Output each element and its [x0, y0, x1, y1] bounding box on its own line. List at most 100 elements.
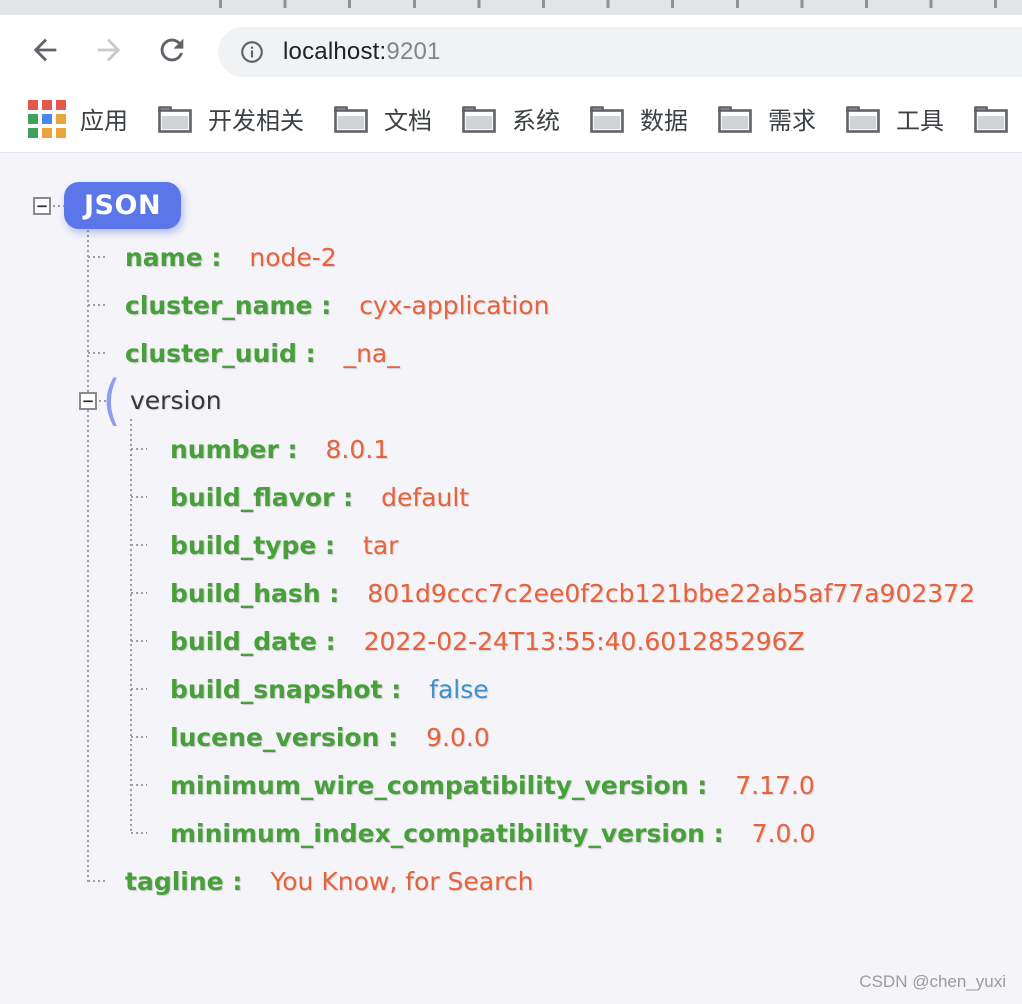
url-host: localhost:: [283, 38, 387, 65]
json-root-badge[interactable]: JSON: [64, 182, 182, 229]
json-root-row: − JSON: [0, 153, 1022, 233]
json-row: cluster_uuid : _na_: [0, 329, 1022, 377]
json-value: _na_: [343, 338, 400, 368]
json-key: build_type: [170, 530, 317, 560]
url-port: 9201: [386, 38, 441, 65]
bookmark-label: 开发相关: [208, 108, 304, 135]
collapse-root-button[interactable]: −: [33, 197, 51, 215]
bookmark-item[interactable]: 系统: [460, 101, 560, 136]
json-value: default: [381, 482, 470, 512]
bookmark-item[interactable]: 工具: [844, 101, 944, 136]
connector-dots: [53, 205, 64, 207]
json-row: minimum_index_compatibility_version :7.0…: [0, 809, 1022, 857]
back-icon: [33, 38, 57, 62]
minus-icon: −: [81, 392, 95, 410]
json-colon: :: [334, 482, 354, 512]
back-button[interactable]: [28, 33, 62, 67]
object-name: version: [130, 386, 222, 415]
collapse-version-button[interactable]: −: [79, 392, 97, 410]
reload-icon: [160, 38, 184, 62]
bookmark-label: 工具: [896, 108, 944, 135]
site-info-button[interactable]: [239, 39, 265, 65]
json-key: build_snapshot: [170, 674, 383, 704]
json-row: build_type : tar: [0, 521, 1022, 569]
json-row: lucene_version :9.0.0: [0, 713, 1022, 761]
window-top-strip: [0, 0, 1022, 15]
bookmark-item[interactable]: 需求: [716, 101, 816, 136]
level1-rows: name : node-2 cluster_name : cyx-applicati…: [0, 233, 1022, 377]
forward-icon: [97, 38, 121, 62]
json-colon: :: [296, 338, 316, 368]
json-colon: :: [278, 434, 298, 464]
bookmark-item[interactable]: 文档: [332, 101, 432, 136]
json-key: minimum_index_compatibility_version: [170, 818, 705, 848]
folder-icon: [332, 102, 370, 135]
browser-toolbar: localhost:9201: [0, 15, 1022, 85]
json-colon: :: [316, 626, 336, 656]
bookmark-item[interactable]: [972, 102, 1022, 135]
json-key: build_date: [170, 626, 317, 656]
folder-icon: [156, 102, 194, 135]
json-key: tagline: [125, 866, 224, 896]
url-text: localhost:9201: [283, 38, 441, 66]
bookmark-label: 文档: [384, 108, 432, 135]
json-colon: :: [688, 770, 708, 800]
json-key: cluster_name: [125, 290, 313, 320]
json-value: 2022-02-24T13:55:40.601285296Z: [363, 626, 805, 656]
json-viewer: − JSON name : node-2 cluster_name : cyx-ap…: [0, 153, 1022, 1004]
bookmarks-bar: 应用 开发相关 文档 系统 数据 需求 工具: [0, 85, 1022, 153]
json-value: 801d9ccc7c2ee0f2cb121bbe22ab5af77a902372: [367, 578, 975, 608]
watermark: CSDN @chen_yuxi: [859, 972, 1006, 991]
json-colon: :: [704, 818, 724, 848]
json-colon: :: [379, 722, 399, 752]
bookmark-item[interactable]: 应用: [28, 99, 128, 138]
object-bracket-icon: (: [102, 369, 121, 432]
json-value: node-2: [249, 242, 337, 272]
json-row: number :8.0.1: [0, 425, 1022, 473]
json-value: false: [429, 674, 489, 704]
ruler-ticks: [219, 0, 1022, 8]
level2-rows: number :8.0.1 build_flavor : default buil…: [0, 425, 1022, 857]
bookmark-label: 需求: [768, 108, 816, 135]
json-key: number: [170, 434, 279, 464]
json-row: tagline : You Know, for Search: [0, 857, 1022, 905]
folder-icon: [716, 102, 754, 135]
json-row: build_flavor : default: [0, 473, 1022, 521]
json-key: lucene_version: [170, 722, 380, 752]
json-row: cluster_name : cyx-application: [0, 281, 1022, 329]
folder-icon: [844, 102, 882, 135]
json-value: 7.0.0: [751, 818, 816, 848]
level1-rows-after: tagline : You Know, for Search: [0, 857, 1022, 905]
json-colon: :: [316, 530, 336, 560]
info-icon: [241, 41, 263, 63]
json-colon: :: [320, 578, 340, 608]
json-colon: :: [202, 242, 222, 272]
json-row: build_hash :801d9ccc7c2ee0f2cb121bbe22ab…: [0, 569, 1022, 617]
json-row: name : node-2: [0, 233, 1022, 281]
json-colon: :: [312, 290, 332, 320]
json-value: 8.0.1: [325, 434, 390, 464]
json-key: minimum_wire_compatibility_version: [170, 770, 689, 800]
bookmark-label: 应用: [80, 108, 128, 135]
json-key: cluster_uuid: [125, 338, 297, 368]
reload-button[interactable]: [155, 33, 189, 67]
bookmark-item[interactable]: 开发相关: [156, 101, 304, 136]
json-key: name: [125, 242, 203, 272]
apps-grid-icon: [28, 99, 66, 138]
json-key: build_flavor: [170, 482, 335, 512]
folder-icon: [972, 102, 1010, 135]
folder-icon: [460, 102, 498, 135]
json-value: cyx-application: [359, 290, 550, 320]
forward-button[interactable]: [92, 33, 126, 67]
address-bar[interactable]: localhost:9201: [218, 27, 1022, 77]
minus-icon: −: [35, 197, 49, 215]
json-row: minimum_wire_compatibility_version :7.17…: [0, 761, 1022, 809]
json-colon: :: [223, 866, 243, 896]
browser-window: localhost:9201 应用 开发相关 文档 系统 数据 需求 工具 − …: [0, 0, 1022, 1004]
json-row: build_snapshot : false: [0, 665, 1022, 713]
json-colon: :: [382, 674, 402, 704]
json-value: You Know, for Search: [270, 866, 534, 896]
folder-icon: [588, 102, 626, 135]
bookmark-item[interactable]: 数据: [588, 101, 688, 136]
json-value: tar: [363, 530, 399, 560]
